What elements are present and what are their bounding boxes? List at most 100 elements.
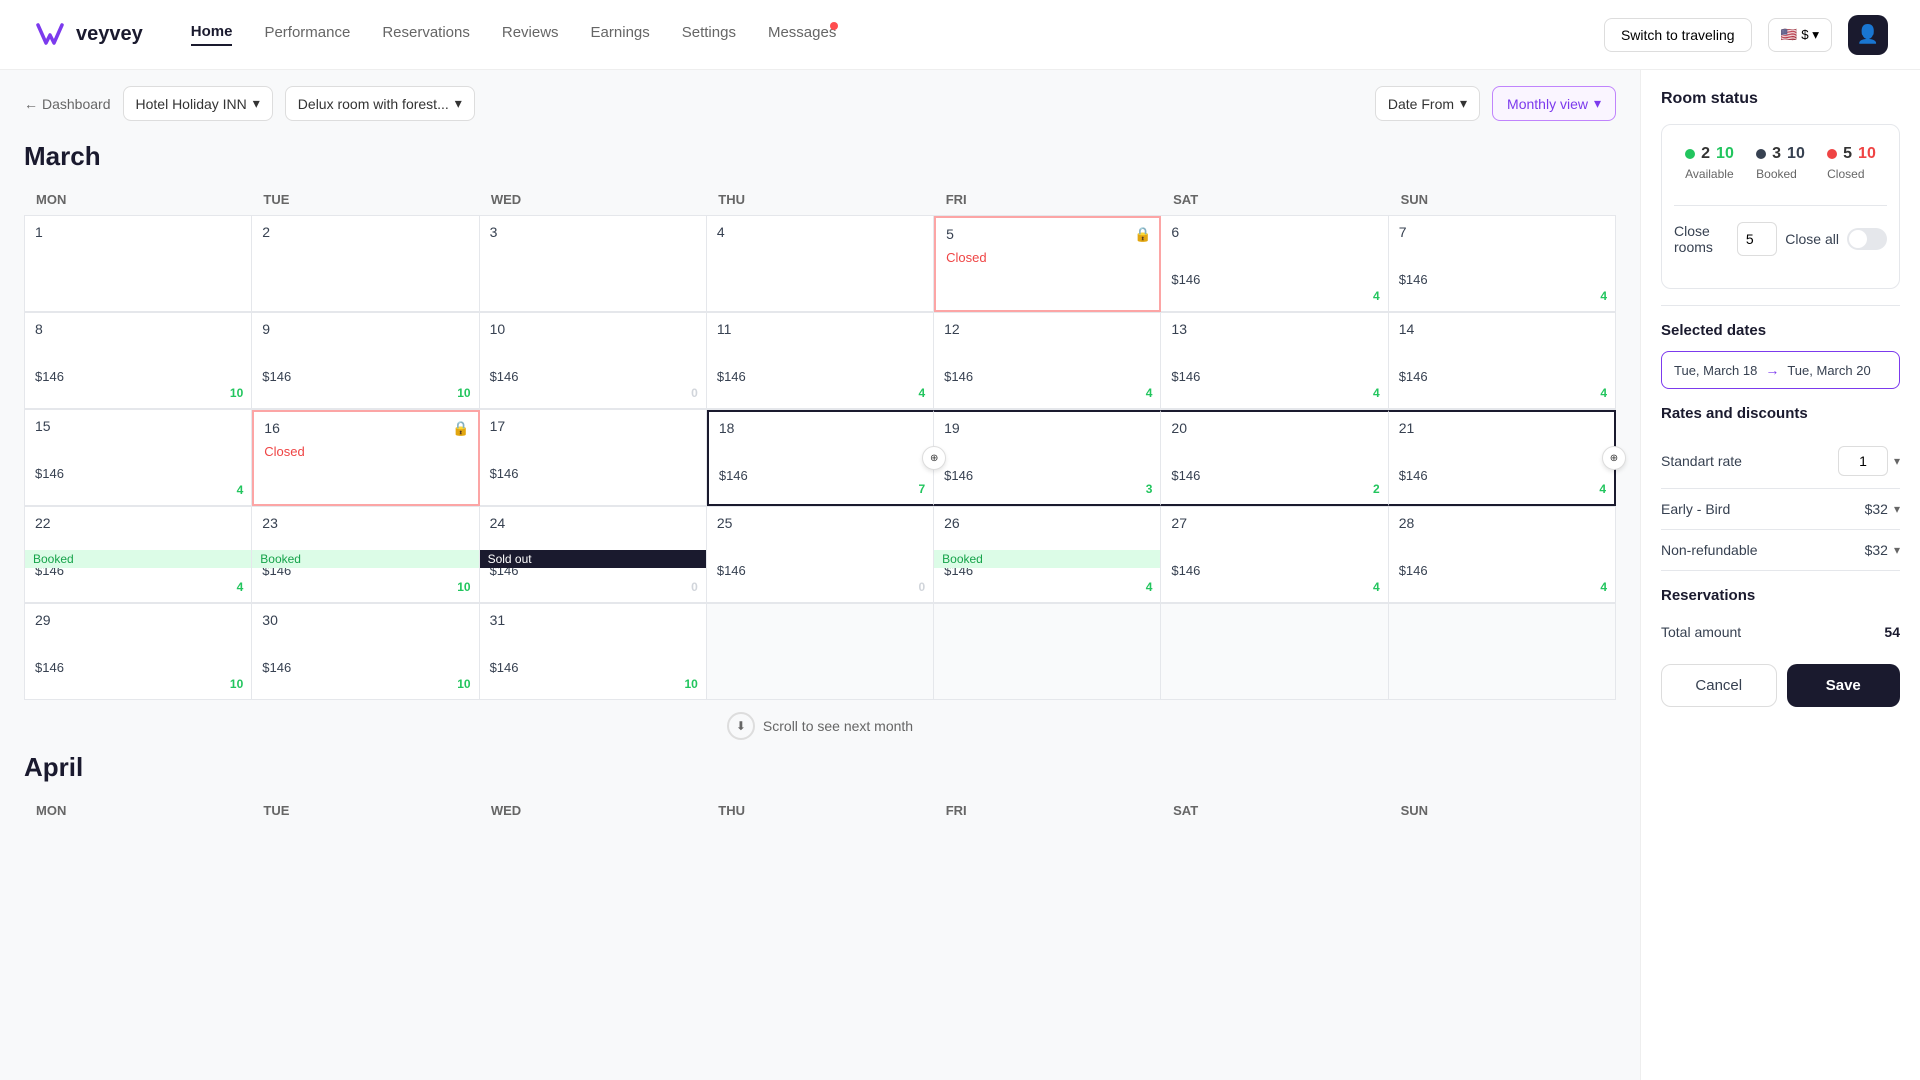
day-num-12: 12 [944,321,960,337]
april-dow-sun: SUN [1389,795,1616,826]
cal-cell-13[interactable]: 13 $146 4 [1161,313,1388,409]
cal-cell-18[interactable]: 18 $146 7 [707,410,934,506]
hotel-selector[interactable]: Hotel Holiday INN ▾ [123,86,273,121]
cal-cell-24[interactable]: 24 Sold out $146 0 [480,507,707,603]
price-9: $146 [262,369,468,384]
cal-cell-12[interactable]: 12 $146 4 [934,313,1161,409]
standard-rate-chevron[interactable]: ▾ [1894,454,1900,468]
closed-count: 5 [1843,145,1852,163]
price-12: $146 [944,369,1150,384]
avail-22: 4 [237,580,244,594]
nav-earnings[interactable]: Earnings [591,24,650,45]
price-20: $146 [1171,468,1377,483]
nav-home[interactable]: Home [191,23,233,46]
status-divider [1674,205,1887,206]
available-count: 2 [1701,145,1710,163]
day-num-19: 19 [944,420,960,436]
cal-cell-empty2 [934,604,1161,700]
price-19: $146 [944,468,1150,483]
room-label: Delux room with forest... [298,96,449,112]
avail-19: 3 [1146,482,1153,496]
nav-performance[interactable]: Performance [264,24,350,45]
cal-cell-25[interactable]: 25 $146 0 [707,507,934,603]
nav-settings[interactable]: Settings [682,24,736,45]
march-week4: 22 Booked $146 4 23 Booked $146 10 24 So… [24,506,1616,603]
march-grid: MON TUE WED THU FRI SAT SUN 1 2 [24,184,1616,700]
day-num-9: 9 [262,321,270,337]
early-bird-chevron[interactable]: ▾ [1894,502,1900,516]
cal-cell-17[interactable]: 17 $146 [480,410,707,506]
close-rooms-input[interactable] [1737,222,1777,256]
price-8: $146 [35,369,241,384]
cal-cell-8[interactable]: 8 $146 10 [25,313,252,409]
cal-cell-27[interactable]: 27 $146 4 [1161,507,1388,603]
dow-wed: WED [479,184,706,215]
avail-12: 4 [1146,386,1153,400]
currency-selector[interactable]: 🇺🇸 $ ▾ [1768,18,1832,52]
day-num-31: 31 [490,612,506,628]
booked-rooms: 10 [1787,145,1805,163]
toolbar: ← Dashboard Hotel Holiday INN ▾ Delux ro… [24,86,1616,121]
room-selector[interactable]: Delux room with forest... ▾ [285,86,475,121]
standard-rate-input[interactable] [1838,446,1888,476]
cal-cell-9[interactable]: 9 $146 10 [252,313,479,409]
back-to-dashboard[interactable]: ← Dashboard [24,96,111,112]
status-closed: 5 10 Closed [1819,137,1884,189]
april-dow-wed: WED [479,795,706,826]
drag-handle-right[interactable]: ⊕ [1602,446,1626,470]
cal-cell-15[interactable]: 15 $146 4 [25,410,252,506]
cancel-button[interactable]: Cancel [1661,664,1777,707]
selected-dates-title: Selected dates [1661,322,1900,339]
nav-reviews[interactable]: Reviews [502,24,559,45]
cal-cell-30[interactable]: 30 $146 10 [252,604,479,700]
save-button[interactable]: Save [1787,664,1901,707]
cal-cell-7[interactable]: 7 $146 4 [1389,216,1616,312]
cal-cell-31[interactable]: 31 $146 10 [480,604,707,700]
avail-14: 4 [1600,386,1607,400]
avail-25: 0 [918,580,925,594]
user-avatar[interactable]: 👤 [1848,15,1888,55]
april-dow-mon: MON [24,795,251,826]
cal-cell-29[interactable]: 29 $146 10 [25,604,252,700]
day-num-17: 17 [490,418,506,434]
cal-cell-19[interactable]: ⊕ 19 $146 3 [934,410,1161,506]
cal-cell-11[interactable]: 11 $146 4 [707,313,934,409]
cal-cell-26[interactable]: 26 Booked $146 4 [934,507,1161,603]
cal-cell-28[interactable]: 28 $146 4 [1389,507,1616,603]
cal-cell-2[interactable]: 2 [252,216,479,312]
cal-cell-5[interactable]: 5 🔒 Closed [934,216,1161,312]
cal-cell-10[interactable]: 10 $146 0 [480,313,707,409]
scroll-hint-text: Scroll to see next month [763,718,913,734]
booked-count: 3 [1772,145,1781,163]
cal-cell-21[interactable]: ⊕ 21 $146 4 [1389,410,1616,506]
close-all-toggle[interactable] [1847,228,1887,250]
cal-cell-6[interactable]: 6 $146 4 [1161,216,1388,312]
cal-cell-16[interactable]: 16 🔒 Closed [252,410,479,506]
dow-sat: SAT [1161,184,1388,215]
cal-cell-23[interactable]: 23 Booked $146 10 [252,507,479,603]
avail-6: 4 [1373,289,1380,303]
nav-reservations[interactable]: Reservations [382,24,470,45]
day-num-28: 28 [1399,515,1415,531]
logo[interactable]: veyvey [32,17,143,53]
drag-handle-left[interactable]: ⊕ [922,446,946,470]
cal-cell-22[interactable]: 22 Booked $146 4 [25,507,252,603]
april-title: April [24,752,1616,783]
switch-to-traveling-button[interactable]: Switch to traveling [1604,18,1752,52]
scroll-icon: ⬇ [727,712,755,740]
non-refundable-chevron[interactable]: ▾ [1894,543,1900,557]
sidebar: Room status 2 10 Available 3 10 [1640,70,1920,1080]
cal-cell-3[interactable]: 3 [480,216,707,312]
date-range-selector[interactable]: Tue, March 18 → Tue, March 20 [1661,351,1900,389]
monthly-view-button[interactable]: Monthly view ▾ [1492,86,1616,121]
cal-cell-14[interactable]: 14 $146 4 [1389,313,1616,409]
cal-cell-1[interactable]: 1 [25,216,252,312]
date-arrow-icon: → [1765,362,1779,378]
cal-cell-4[interactable]: 4 [707,216,934,312]
day-num-15: 15 [35,418,51,434]
cal-cell-20[interactable]: 20 $146 2 [1161,410,1388,506]
date-from-button[interactable]: Date From ▾ [1375,86,1480,121]
day-num-26: 26 [944,515,960,531]
nav-messages[interactable]: Messages [768,24,836,45]
lock-icon-5: 🔒 [1134,226,1151,243]
